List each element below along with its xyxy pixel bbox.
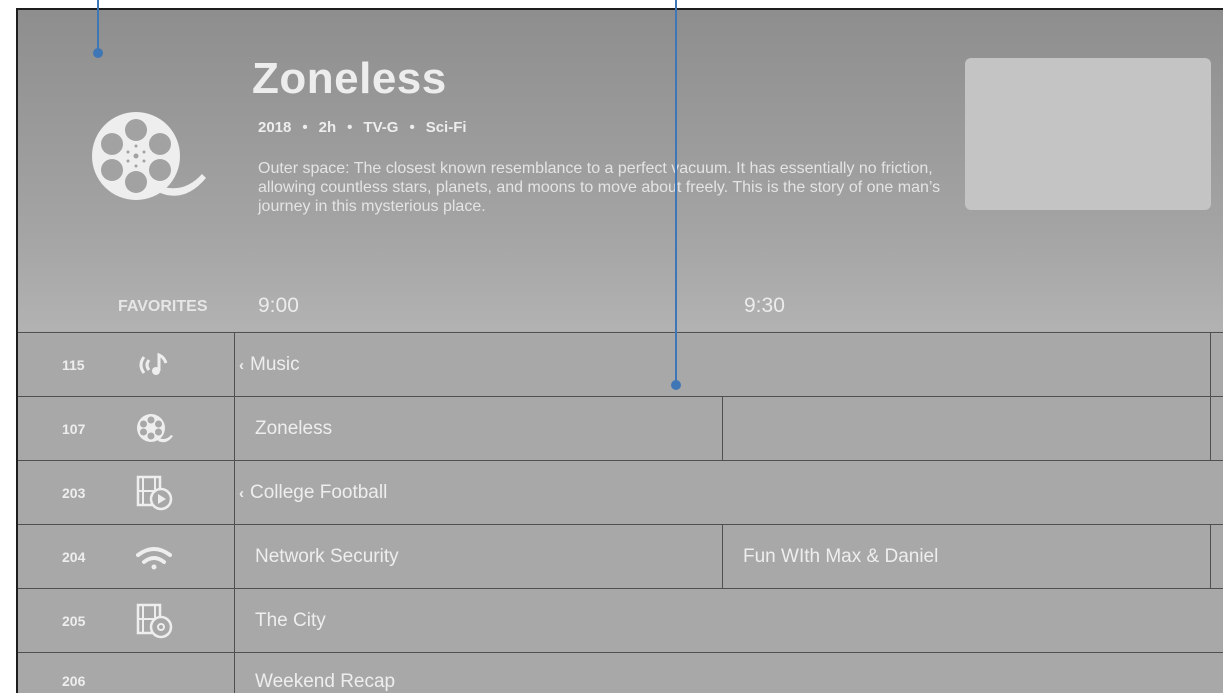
film-play-icon [136,475,173,511]
channel-row: 107 Zoneless [18,396,1223,460]
wifi-icon [136,547,172,570]
annotation-dot [93,48,103,58]
channel-number: 115 [62,357,85,373]
program-cell[interactable]: ‹ Music [234,333,1210,396]
program-cell[interactable]: Fun WIth Max & Daniel [722,525,1210,588]
program-cell[interactable] [722,397,1210,460]
time-slot: 9:30 [744,294,785,317]
channel-number: 205 [62,613,86,629]
program-cell[interactable] [1210,333,1223,396]
film-disc-icon [136,603,173,639]
program-cell[interactable]: Network Security [234,525,722,588]
music-broadcast-icon [139,352,168,375]
program-cell[interactable]: The City [234,589,1223,652]
program-cell[interactable]: ‹ College Football [234,461,1223,524]
annotation-dot [671,380,681,390]
chevron-left-icon: ‹ [239,485,244,502]
channel-row: 204 Network Security Fun WIth Max & Dani… [18,524,1223,588]
channel-number: 204 [62,549,86,565]
program-meta: 2018 • 2h • TV-G • Sci-Fi [258,119,467,136]
tv-guide-screen: Zoneless 2018 • 2h • TV-G • Sci-Fi Outer space… [16,8,1223,693]
channel-number: 107 [62,421,86,437]
program-cell[interactable] [1210,397,1223,460]
annotation-line [97,0,99,50]
time-slot: 9:00 [258,294,299,317]
program-year: 2018 [258,119,292,136]
film-reel-icon [92,112,206,200]
film-reel-icon [137,414,173,443]
channel-row: 205 The City [18,588,1223,652]
channel-number: 203 [62,485,86,501]
channel-number: 206 [62,673,86,689]
program-preview [965,58,1211,210]
channel-row: 203 ‹ College Football [18,460,1223,524]
program-rating: TV-G [363,119,399,136]
program-description: Outer space: The closest known resemblan… [258,160,941,215]
chevron-left-icon: ‹ [239,357,244,374]
program-duration: 2h [318,119,337,136]
program-cell[interactable] [1210,525,1223,588]
channel-grid: 115 ‹ Music 107 Zoneless 203 ‹ College F… [18,332,1223,693]
program-title: Zoneless [252,54,447,103]
favorites-label[interactable]: FAVORITES [118,298,208,316]
channel-row: 206 Weekend Recap [18,652,1223,693]
program-genre: Sci-Fi [425,119,467,136]
channel-row: 115 ‹ Music [18,332,1223,396]
annotation-line [675,0,677,382]
program-cell[interactable]: Weekend Recap [234,653,1223,693]
program-cell[interactable]: Zoneless [234,397,722,460]
